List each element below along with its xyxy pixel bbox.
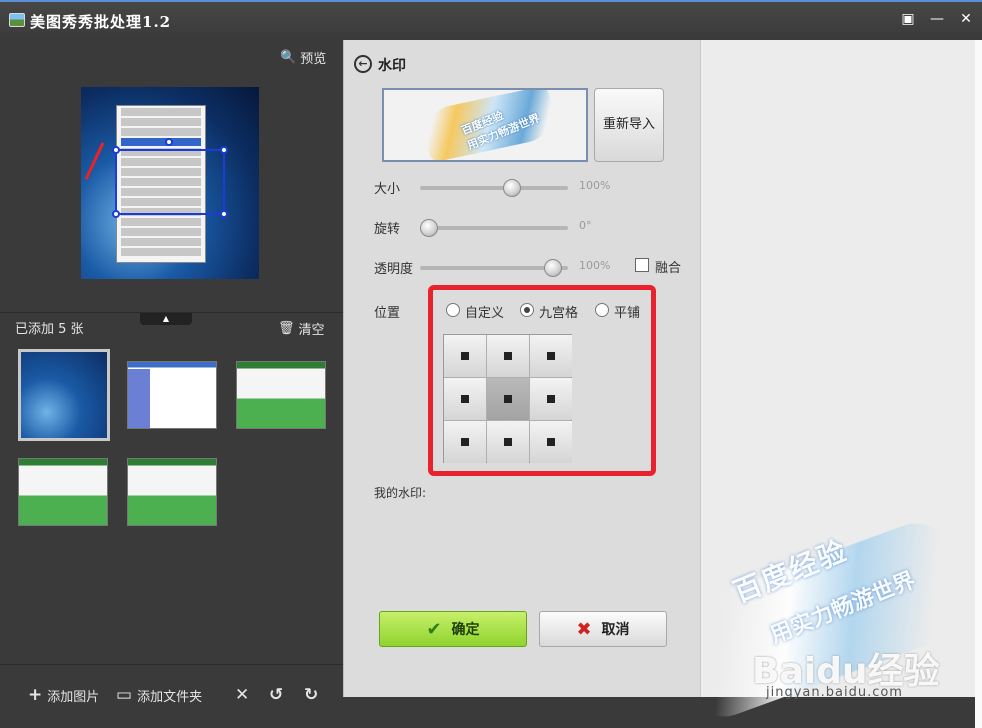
folder-icon: ▭ xyxy=(116,685,133,705)
rotate-left-icon[interactable]: ↺ xyxy=(269,685,283,705)
title-bar: 美图秀秀批处理1.2 ▣ — ✕ xyxy=(0,0,982,40)
preview-watermark-selection[interactable] xyxy=(112,138,228,218)
add-folder-button[interactable]: ▭ 添加文件夹 xyxy=(116,685,202,705)
my-watermark-label: 我的水印: xyxy=(374,486,427,500)
grid-middle-right[interactable] xyxy=(530,378,572,420)
align-middle-left-icon xyxy=(458,392,472,406)
ok-label: 确定 xyxy=(451,622,480,638)
rotate-track[interactable] xyxy=(420,219,568,237)
opacity-value: 100% xyxy=(579,259,611,272)
back-arrow-icon[interactable]: ← xyxy=(354,55,372,73)
rotate-slider-row: 旋转 0° xyxy=(374,218,674,238)
grid-bottom-center[interactable] xyxy=(487,421,529,463)
radio-custom[interactable] xyxy=(446,303,460,317)
x-icon: ✖ xyxy=(576,618,592,640)
cancel-label: 取消 xyxy=(601,622,630,638)
left-panel: 🔍 预览 ▲ 已添加 5 张 🗑 清空 + 添加图片 ▭ 添加文件夹 ✕ ↺ ↻ xyxy=(0,40,343,728)
ok-button[interactable]: ✔ 确定 xyxy=(379,611,527,647)
grid-middle-left[interactable] xyxy=(444,378,486,420)
align-top-left-icon xyxy=(458,349,472,363)
preview-button[interactable]: 🔍 预览 xyxy=(280,48,326,67)
thumbnail-3[interactable] xyxy=(236,361,326,429)
trash-icon: 🗑 xyxy=(278,321,295,336)
align-bottom-center-icon xyxy=(501,435,515,449)
close-icon[interactable]: ✕ xyxy=(956,10,976,28)
clear-button[interactable]: 🗑 清空 xyxy=(278,319,325,338)
position-label: 位置 xyxy=(374,306,401,321)
plus-icon: + xyxy=(28,685,43,705)
thumbnail-2[interactable] xyxy=(127,361,217,429)
grid-top-right[interactable] xyxy=(530,335,572,377)
check-icon: ✔ xyxy=(426,618,442,640)
grid-top-left[interactable] xyxy=(444,335,486,377)
preview-arrow xyxy=(84,142,105,180)
feedback-icon[interactable]: ▣ xyxy=(898,10,918,28)
preview-icon: 🔍 xyxy=(280,50,297,65)
preview-label: 预览 xyxy=(300,52,327,67)
watermark-preview: 百度经验 用实力畅游世界 xyxy=(382,88,588,162)
opacity-track[interactable] xyxy=(420,259,568,277)
added-count: 已添加 5 张 xyxy=(15,322,84,337)
add-image-button[interactable]: + 添加图片 xyxy=(28,685,99,705)
align-middle-right-icon xyxy=(544,392,558,406)
align-top-center-icon xyxy=(501,349,515,363)
radio-custom-label: 自定义 xyxy=(465,306,505,321)
grid-bottom-left[interactable] xyxy=(444,421,486,463)
opacity-slider-thumb[interactable] xyxy=(543,259,562,277)
add-folder-label: 添加文件夹 xyxy=(137,689,203,705)
add-image-label: 添加图片 xyxy=(47,689,100,705)
radio-tile-label: 平铺 xyxy=(614,306,641,321)
radio-nine-grid-label: 九宫格 xyxy=(539,306,579,321)
grid-top-center[interactable] xyxy=(487,335,529,377)
blend-label: 融合 xyxy=(655,261,682,276)
thumbnail-1[interactable] xyxy=(18,349,110,441)
collapse-toggle[interactable]: ▲ xyxy=(140,313,192,325)
opacity-slider-row: 透明度 100% xyxy=(374,258,674,278)
grid-bottom-right[interactable] xyxy=(530,421,572,463)
bottom-frame xyxy=(343,697,975,728)
thumbnail-4[interactable] xyxy=(18,458,108,526)
radio-nine-grid[interactable] xyxy=(520,303,534,317)
align-top-right-icon xyxy=(544,349,558,363)
size-slider-row: 大小 100% xyxy=(374,178,674,198)
dialog-title: 水印 xyxy=(378,58,406,74)
right-preview-pane xyxy=(700,40,975,697)
align-bottom-left-icon xyxy=(458,435,472,449)
size-label: 大小 xyxy=(374,182,401,197)
size-slider-thumb[interactable] xyxy=(503,179,522,197)
reimport-button[interactable]: 重新导入 xyxy=(594,88,664,162)
grid-center[interactable] xyxy=(487,378,529,420)
opacity-label: 透明度 xyxy=(374,262,414,277)
background-window-edge xyxy=(975,40,982,728)
clear-label: 清空 xyxy=(298,323,325,338)
watermark-dialog: ← 水印 百度经验 用实力畅游世界 重新导入 大小 100% 旋转 0° 透明度… xyxy=(343,40,700,697)
size-value: 100% xyxy=(579,179,611,192)
app-icon xyxy=(9,13,25,27)
blend-checkbox[interactable] xyxy=(635,258,649,272)
rotate-label: 旋转 xyxy=(374,222,401,237)
bottom-toolbar: + 添加图片 ▭ 添加文件夹 ✕ ↺ ↻ xyxy=(0,664,343,728)
rotate-value: 0° xyxy=(579,219,592,232)
rotate-slider-thumb[interactable] xyxy=(420,219,438,237)
radio-tile[interactable] xyxy=(595,303,609,317)
thumbnail-5[interactable] xyxy=(127,458,217,526)
delete-icon[interactable]: ✕ xyxy=(235,685,249,705)
nine-grid xyxy=(443,334,572,463)
align-center-icon xyxy=(501,392,515,406)
cancel-button[interactable]: ✖ 取消 xyxy=(539,611,667,647)
minimize-icon[interactable]: — xyxy=(927,10,947,28)
preview-image xyxy=(81,87,259,279)
rotate-right-icon[interactable]: ↻ xyxy=(304,685,318,705)
size-track[interactable] xyxy=(420,179,568,197)
window-title: 美图秀秀批处理1.2 xyxy=(30,13,172,31)
align-bottom-right-icon xyxy=(544,435,558,449)
